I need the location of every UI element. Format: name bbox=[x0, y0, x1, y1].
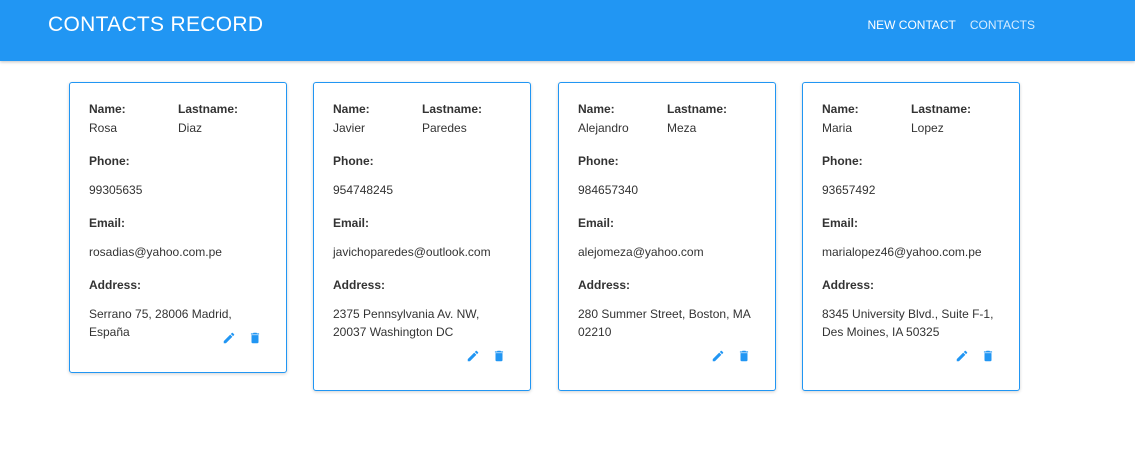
card-actions bbox=[711, 349, 751, 363]
address-label: Address: bbox=[822, 278, 875, 292]
contact-card: Name: Javier Lastname: Paredes Phone: 95… bbox=[313, 82, 531, 391]
lastname-value: Meza bbox=[667, 121, 697, 135]
address-label: Address: bbox=[333, 278, 386, 292]
phone-label: Phone: bbox=[578, 154, 619, 168]
pencil-icon[interactable] bbox=[955, 349, 969, 363]
phone-value: 93657492 bbox=[822, 183, 876, 197]
name-value: Rosa bbox=[89, 121, 118, 135]
trash-icon[interactable] bbox=[492, 349, 506, 363]
trash-icon[interactable] bbox=[737, 349, 751, 363]
lastname-value: Lopez bbox=[911, 121, 944, 135]
app-bar: CONTACTS RECORD NEW CONTACT CONTACTS bbox=[0, 0, 1135, 61]
email-label: Email: bbox=[333, 216, 370, 230]
phone-label: Phone: bbox=[333, 154, 374, 168]
name-label: Name: bbox=[333, 102, 370, 116]
name-label: Name: bbox=[89, 102, 126, 116]
address-value: 280 Summer Street, Boston, MA 02210 bbox=[578, 307, 751, 339]
name-label: Name: bbox=[578, 102, 615, 116]
name-value: Javier bbox=[333, 121, 366, 135]
name-value: Alejandro bbox=[578, 121, 629, 135]
email-value: rosadias@yahoo.com.pe bbox=[89, 245, 222, 259]
contact-card: Name: Rosa Lastname: Diaz Phone: 9930563… bbox=[69, 82, 287, 373]
name-label: Name: bbox=[822, 102, 859, 116]
card-actions bbox=[466, 349, 506, 363]
name-value: Maria bbox=[822, 121, 853, 135]
email-value: javichoparedes@outlook.com bbox=[333, 245, 491, 259]
address-value: 2375 Pennsylvania Av. NW, 20037 Washingt… bbox=[333, 307, 480, 339]
card-actions bbox=[955, 349, 995, 363]
phone-value: 99305635 bbox=[89, 183, 143, 197]
lastname-label: Lastname: bbox=[422, 102, 483, 116]
lastname-value: Paredes bbox=[422, 121, 467, 135]
lastname-value: Diaz bbox=[178, 121, 203, 135]
nav-contacts[interactable]: CONTACTS bbox=[970, 17, 1035, 33]
email-value: marialopez46@yahoo.com.pe bbox=[822, 245, 982, 259]
phone-label: Phone: bbox=[822, 154, 863, 168]
contact-card: Name: Maria Lastname: Lopez Phone: 93657… bbox=[802, 82, 1020, 391]
phone-value: 954748245 bbox=[333, 183, 394, 197]
pencil-icon[interactable] bbox=[466, 349, 480, 363]
contact-card: Name: Alejandro Lastname: Meza Phone: 98… bbox=[558, 82, 776, 391]
pencil-icon[interactable] bbox=[222, 331, 236, 345]
lastname-label: Lastname: bbox=[911, 102, 972, 116]
lastname-label: Lastname: bbox=[667, 102, 728, 116]
phone-value: 984657340 bbox=[578, 183, 639, 197]
nav-new-contact[interactable]: NEW CONTACT bbox=[867, 17, 955, 33]
email-label: Email: bbox=[578, 216, 615, 230]
app-title: CONTACTS RECORD bbox=[48, 13, 264, 36]
top-nav: NEW CONTACT CONTACTS bbox=[867, 17, 1035, 33]
address-label: Address: bbox=[89, 278, 142, 292]
email-value: alejomeza@yahoo.com bbox=[578, 245, 704, 259]
email-label: Email: bbox=[822, 216, 859, 230]
pencil-icon[interactable] bbox=[711, 349, 725, 363]
address-value: 8345 University Blvd., Suite F-1, Des Mo… bbox=[822, 307, 994, 339]
trash-icon[interactable] bbox=[248, 331, 262, 345]
address-label: Address: bbox=[578, 278, 631, 292]
lastname-label: Lastname: bbox=[178, 102, 239, 116]
email-label: Email: bbox=[89, 216, 126, 230]
trash-icon[interactable] bbox=[981, 349, 995, 363]
card-actions bbox=[222, 331, 262, 345]
phone-label: Phone: bbox=[89, 154, 130, 168]
